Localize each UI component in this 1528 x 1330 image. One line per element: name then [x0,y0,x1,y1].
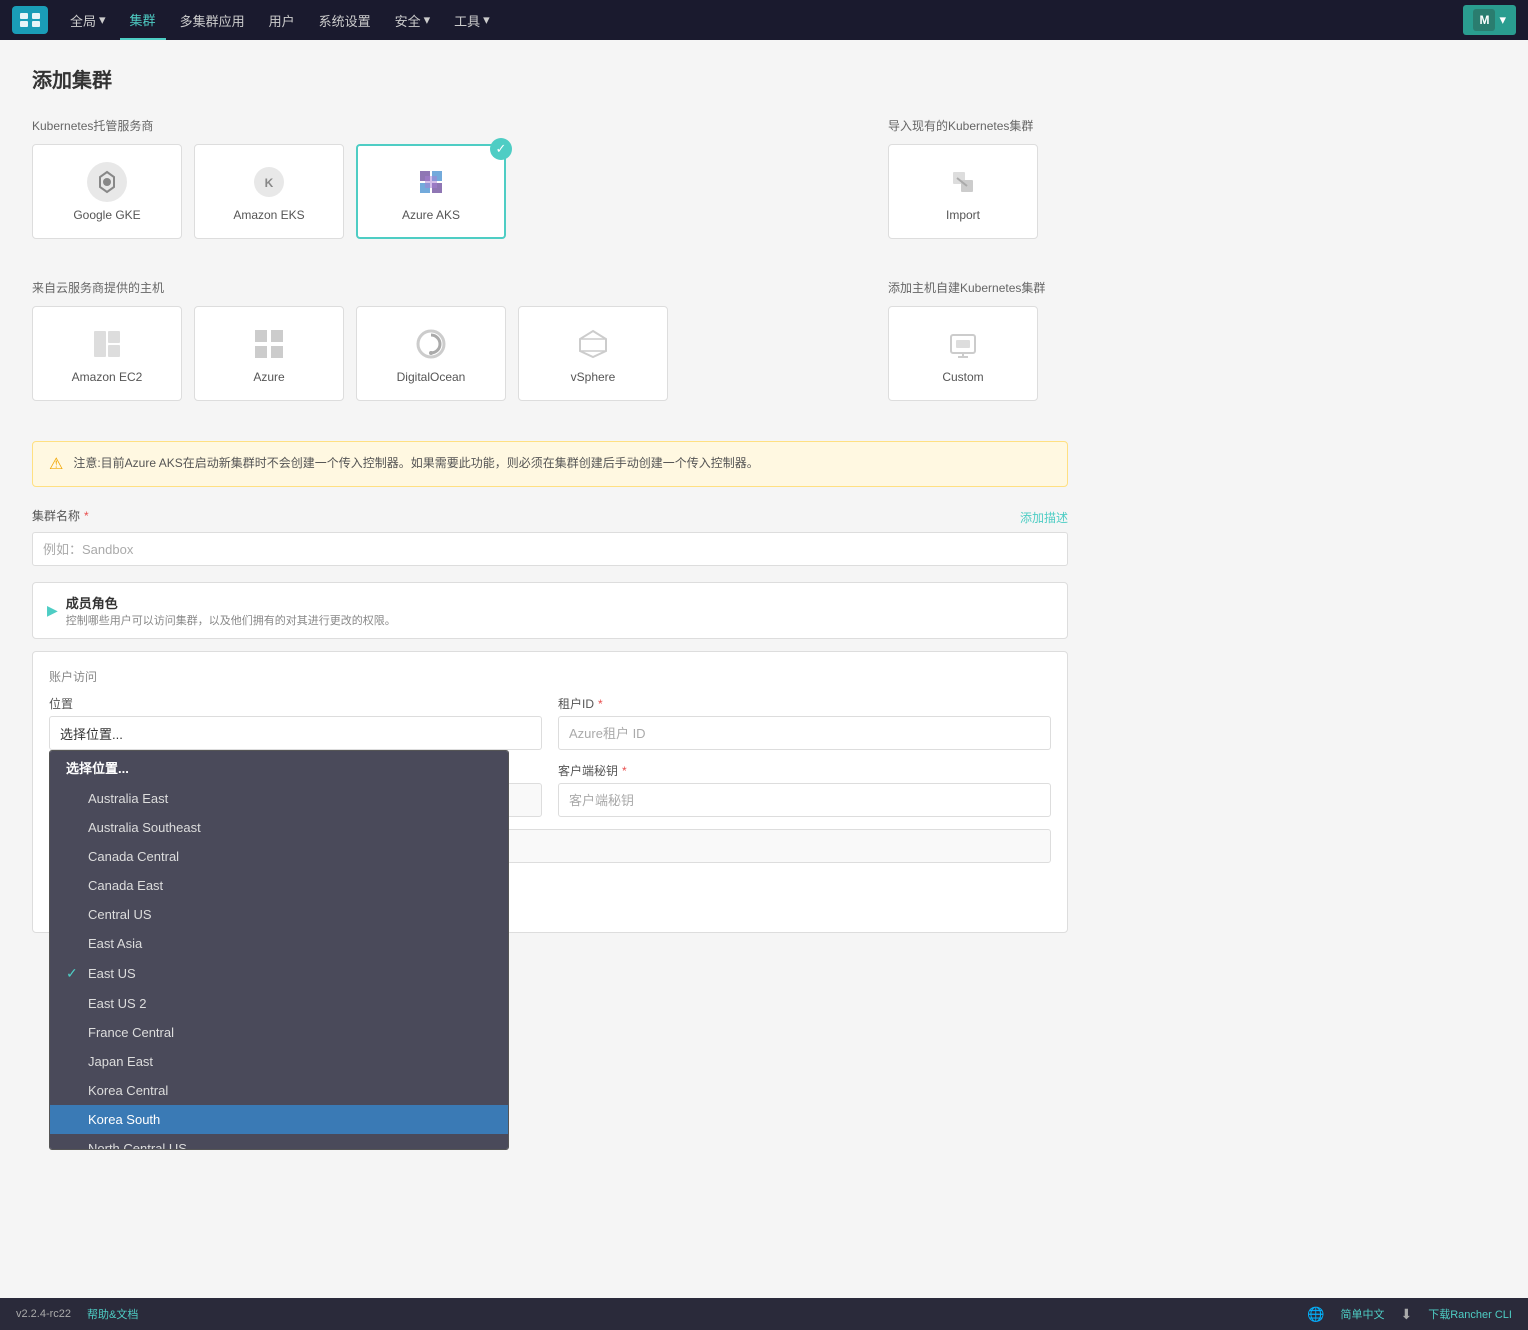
dropdown-item-east-asia[interactable]: East Asia [50,929,508,958]
location-label: 位置 [49,695,542,712]
required-star: * [84,509,89,523]
add-description-link[interactable]: 添加描述 [1020,509,1068,526]
nav-bar: 全局 ▾ 集群 多集群应用 用户 系统设置 安全 ▾ 工具 ▾ M ▾ [0,0,1528,40]
provider-card-eks[interactable]: K Amazon EKS [194,144,344,239]
chevron-down-icon-security: ▾ [424,12,431,28]
cloud-providers-label: 来自云服务商提供的主机 [32,279,872,296]
dropdown-header: 选择位置... [50,751,508,784]
azure-icon [249,324,289,364]
client-required-star: * [622,764,627,778]
lang-icon: 🌐 [1307,1306,1324,1323]
help-link[interactable]: 帮助&文档 [87,1306,138,1322]
import-label-card: Import [946,208,980,222]
import-icon [943,162,983,202]
dropdown-item-korea-central[interactable]: Korea Central [50,1076,508,1105]
nav-item-global[interactable]: 全局 ▾ [60,0,116,40]
custom-label: Custom [942,370,983,384]
nav-item-cluster[interactable]: 集群 [120,0,166,40]
dropdown-item-east-us-2[interactable]: East US 2 [50,989,508,1018]
nav-item-system-settings[interactable]: 系统设置 [309,0,381,40]
account-access-section: 账户访问 位置 选择位置... [32,651,1068,933]
dropdown-item-australia-southeast[interactable]: Australia Southeast [50,813,508,842]
chevron-down-icon: ▾ [99,12,106,28]
dropdown-item-japan-east[interactable]: Japan East [50,1047,508,1076]
custom-icon [943,324,983,364]
azure-vm-label: Azure [253,370,284,384]
warning-icon: ⚠ [49,454,63,474]
provider-card-do[interactable]: DigitalOcean [356,306,506,401]
tenant-id-label: 租户ID * [558,695,1051,712]
cluster-name-section: 集群名称 * 添加描述 [32,507,1068,566]
location-input[interactable] [49,716,542,750]
nav-item-users[interactable]: 用户 [259,0,305,40]
member-roles-title: 成员角色 [66,593,396,612]
download-icon: ⬇ [1401,1306,1413,1323]
provider-card-ec2[interactable]: Amazon EC2 [32,306,182,401]
vsphere-icon [573,324,613,364]
dropdown-item-australia-east[interactable]: Australia East [50,784,508,813]
client-secret-label: 客户端秘钥 * [558,762,1051,779]
user-dropdown-arrow: ▾ [1499,12,1506,28]
selected-check-badge: ✓ [490,138,512,160]
digitalocean-icon [411,324,451,364]
custom-section-label: 添加主机自建Kubernetes集群 [888,279,1068,296]
provider-card-gke[interactable]: Google GKE [32,144,182,239]
provider-card-azure-vm[interactable]: Azure [194,306,344,401]
member-roles-subtitle: 控制哪些用户可以访问集群，以及他们拥有的对其进行更改的权限。 [66,612,396,628]
ec2-label: Amazon EC2 [72,370,143,384]
tenant-required-star: * [598,697,603,711]
nav-item-tools[interactable]: 工具 ▾ [444,0,500,40]
notice-text: 注意:目前Azure AKS在启动新集群时不会创建一个传入控制器。如果需要此功能… [73,454,758,471]
user-avatar: M [1473,9,1495,31]
provider-card-import[interactable]: Import [888,144,1038,239]
svg-text:K: K [265,176,274,190]
aks-icon [411,162,451,202]
ec2-icon [87,324,127,364]
dropdown-item-korea-south[interactable]: Korea South [50,1105,508,1134]
main-content: 添加集群 Kubernetes托管服务商 Google GKE [0,40,1100,969]
aks-label: Azure AKS [402,208,460,222]
expand-arrow-icon: ▶ [47,602,58,619]
check-mark-east-us: ✓ [66,965,80,982]
provider-card-aks[interactable]: ✓ Azure AKS [356,144,506,239]
tenant-id-input[interactable] [558,716,1051,750]
dropdown-item-east-us[interactable]: ✓ East US [50,958,508,989]
provider-card-vsphere[interactable]: vSphere [518,306,668,401]
account-access-label: 账户访问 [49,668,1051,685]
dropdown-item-central-us[interactable]: Central US [50,900,508,929]
location-dropdown: 选择位置... Australia East Australia Southea… [49,750,509,1150]
cluster-name-input[interactable] [32,532,1068,566]
location-dropdown-wrapper: 选择位置... Australia East Australia Southea… [49,716,542,750]
dropdown-item-canada-east[interactable]: Canada East [50,871,508,900]
eks-label: Amazon EKS [233,208,304,222]
download-link[interactable]: 下载Rancher CLI [1428,1306,1512,1322]
user-menu-button[interactable]: M ▾ [1463,5,1516,35]
eks-icon: K [249,162,289,202]
k8s-providers-label: Kubernetes托管服务商 [32,117,872,134]
import-label: 导入现有的Kubernetes集群 [888,117,1068,134]
nav-item-security[interactable]: 安全 ▾ [385,0,441,40]
dropdown-item-north-central-us[interactable]: North Central US [50,1134,508,1150]
member-roles-header[interactable]: ▶ 成员角色 控制哪些用户可以访问集群，以及他们拥有的对其进行更改的权限。 [33,583,1067,638]
nav-logo[interactable] [12,6,48,34]
member-roles-section: ▶ 成员角色 控制哪些用户可以访问集群，以及他们拥有的对其进行更改的权限。 [32,582,1068,639]
footer: v2.2.4-rc22 帮助&文档 🌐 简单中文 ⬇ 下载Rancher CLI [0,1298,1528,1330]
lang-link[interactable]: 简单中文 [1341,1306,1385,1322]
gke-icon [87,162,127,202]
dropdown-item-canada-central[interactable]: Canada Central [50,842,508,871]
chevron-down-icon-tools: ▾ [483,12,490,28]
cluster-name-label: 集群名称 * [32,507,89,524]
notice-box: ⚠ 注意:目前Azure AKS在启动新集群时不会创建一个传入控制器。如果需要此… [32,441,1068,487]
dropdown-item-france-central[interactable]: France Central [50,1018,508,1047]
vsphere-label: vSphere [571,370,616,384]
client-secret-input[interactable] [558,783,1051,817]
do-label: DigitalOcean [397,370,466,384]
nav-item-multicluster[interactable]: 多集群应用 [170,0,255,40]
gke-label: Google GKE [73,208,140,222]
page-title: 添加集群 [32,64,1068,93]
version-label: v2.2.4-rc22 [16,1308,71,1320]
provider-card-custom[interactable]: Custom [888,306,1038,401]
